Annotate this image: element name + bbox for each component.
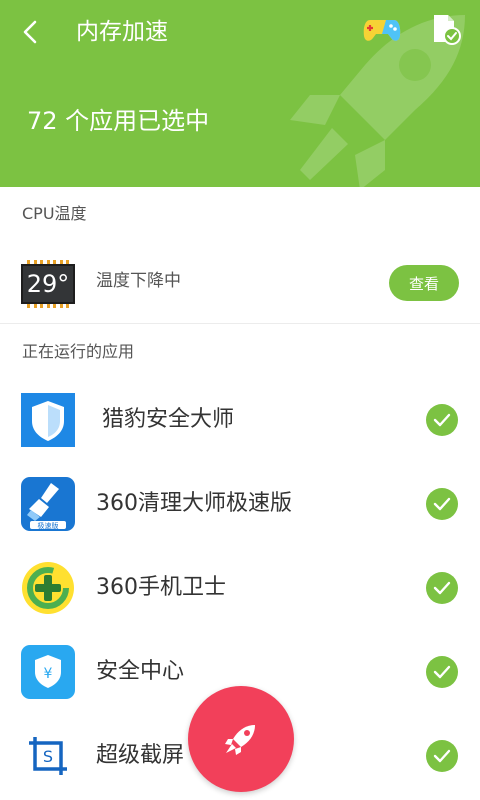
page-title: 内存加速: [76, 19, 168, 45]
360-security-plus-icon: [22, 562, 74, 614]
app-name: 安全中心: [96, 659, 185, 684]
svg-text:¥: ¥: [44, 666, 53, 682]
check-icon[interactable]: [426, 572, 458, 604]
check-icon[interactable]: [426, 404, 458, 436]
rocket-icon: [225, 725, 255, 755]
cpu-status-text: 温度下降中: [96, 271, 181, 291]
cpu-temperature-row: 29° 温度下降中 查看: [0, 240, 480, 324]
cpu-temperature-value: 29°: [21, 264, 75, 304]
boost-fab-button[interactable]: [188, 686, 294, 792]
clean-records-button[interactable]: [428, 12, 462, 46]
cpu-section-label: CPU温度: [22, 204, 87, 223]
selected-count: 72 个应用已选中: [27, 107, 210, 135]
header: 内存加速 72 个应用已选中: [0, 0, 480, 187]
game-boost-button[interactable]: [362, 14, 402, 46]
document-check-icon: [434, 15, 461, 45]
app-name: 360清理大师极速版: [96, 491, 292, 516]
running-apps-section-label: 正在运行的应用: [22, 342, 135, 361]
app-name: 360手机卫士: [96, 575, 226, 600]
chevron-left-icon: [23, 20, 37, 44]
view-button[interactable]: 查看: [389, 265, 459, 301]
check-icon[interactable]: [426, 488, 458, 520]
360-cleaner-broom-icon: 极速版: [21, 477, 75, 531]
svg-text:S: S: [43, 747, 53, 766]
list-item[interactable]: 猎豹安全大师: [0, 378, 480, 462]
gamepad-icon: [363, 20, 401, 41]
svg-text:极速版: 极速版: [38, 521, 59, 530]
back-button[interactable]: [12, 14, 48, 50]
list-item[interactable]: 极速版 360清理大师极速版: [0, 462, 480, 546]
app-name: 超级截屏: [96, 743, 185, 768]
list-item[interactable]: 360手机卫士: [0, 546, 480, 630]
cpu-chip-icon: 29°: [21, 260, 75, 308]
security-center-shield-icon: ¥: [21, 645, 75, 699]
app-name: 猎豹安全大师: [102, 407, 235, 432]
check-icon[interactable]: [426, 656, 458, 688]
cheetah-security-shield-icon: [21, 393, 75, 447]
screenshot-crop-icon: S: [29, 737, 67, 775]
check-icon[interactable]: [426, 740, 458, 772]
